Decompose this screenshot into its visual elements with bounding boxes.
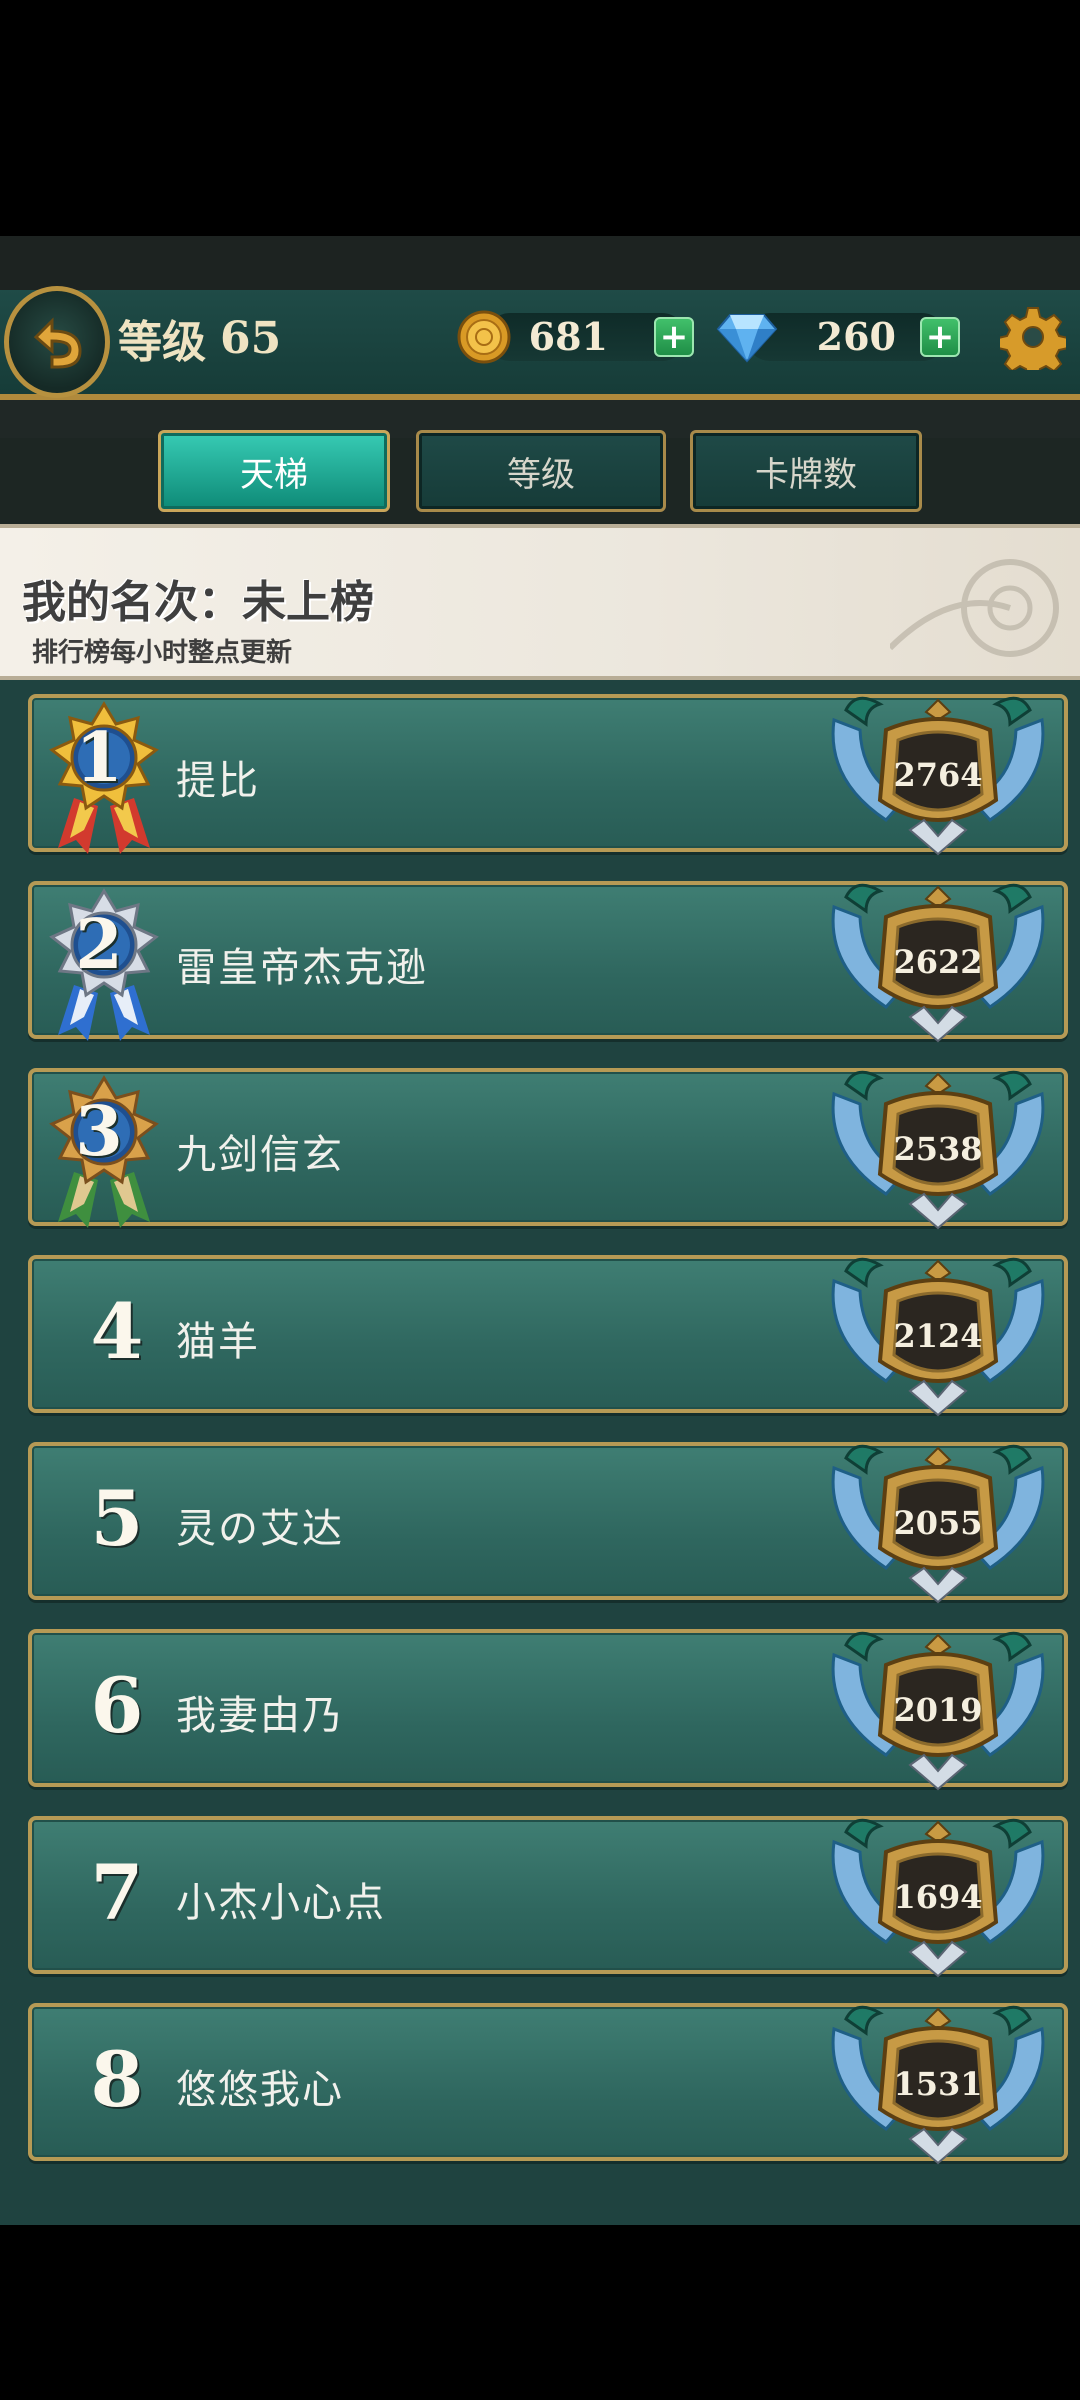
score-value: 2622 bbox=[893, 943, 983, 981]
diamond-amount: 260 bbox=[816, 314, 896, 359]
score-value: 2124 bbox=[893, 1317, 983, 1355]
my-rank-text: 我的名次：未上榜 bbox=[22, 577, 374, 628]
player-name: 雷皇帝杰克逊 bbox=[176, 945, 428, 991]
leaderboard-row[interactable]: 4 猫羊 2124 bbox=[28, 1255, 1068, 1417]
score-value: 2055 bbox=[893, 1504, 983, 1542]
rank-update-note: 排行榜每小时整点更新 bbox=[32, 638, 293, 668]
score-emblem: 2764 bbox=[826, 690, 1050, 862]
player-name: 悠悠我心 bbox=[176, 2067, 344, 2113]
tab-level[interactable]: 等级 bbox=[416, 430, 666, 512]
rank-number: 8 bbox=[90, 2035, 144, 2124]
rank-number: 6 bbox=[90, 1661, 144, 1750]
player-name: 我妻由乃 bbox=[176, 1693, 344, 1739]
score-emblem: 2055 bbox=[826, 1438, 1050, 1610]
player-name: 小杰小心点 bbox=[176, 1880, 386, 1926]
score-emblem: 2622 bbox=[826, 877, 1050, 1049]
settings-gear-icon[interactable] bbox=[1000, 304, 1066, 370]
tab-card-count[interactable]: 卡牌数 bbox=[690, 430, 922, 512]
rank-number: 5 bbox=[90, 1474, 144, 1563]
player-level: 等级 65 bbox=[118, 306, 281, 370]
player-name: 提比 bbox=[176, 758, 260, 804]
rank-number: 7 bbox=[90, 1848, 144, 1937]
diamond-icon bbox=[716, 314, 778, 363]
rank-number: 3 bbox=[75, 1092, 123, 1172]
bottom-area bbox=[0, 2225, 1080, 2400]
leaderboard-row[interactable]: 3 九剑信玄 2538 bbox=[28, 1068, 1068, 1230]
score-value: 1694 bbox=[893, 1878, 983, 1916]
leaderboard-row[interactable]: 2 雷皇帝杰克逊 2622 bbox=[28, 881, 1068, 1043]
ornament-decoration bbox=[890, 559, 1059, 657]
diamond-currency: 260 + bbox=[716, 310, 966, 364]
rank-number: 2 bbox=[75, 905, 123, 985]
add-diamond-button[interactable]: + bbox=[920, 317, 960, 357]
back-arrow-icon bbox=[33, 317, 82, 369]
score-value: 1531 bbox=[893, 2065, 983, 2103]
leaderboard-row[interactable]: 6 我妻由乃 2019 bbox=[28, 1629, 1068, 1791]
status-bar-area bbox=[0, 0, 1080, 236]
top-strip bbox=[0, 236, 1080, 290]
leaderboard-row[interactable]: 7 小杰小心点 1694 bbox=[28, 1816, 1068, 1978]
rank-number: 1 bbox=[75, 718, 123, 798]
score-value: 2538 bbox=[893, 1130, 983, 1168]
player-name: 九剑信玄 bbox=[176, 1132, 344, 1178]
score-value: 2019 bbox=[893, 1691, 983, 1729]
tab-ladder[interactable]: 天梯 bbox=[158, 430, 390, 512]
add-gold-button[interactable]: + bbox=[654, 317, 694, 357]
gold-coin-icon bbox=[457, 310, 511, 364]
leaderboard-row[interactable]: 1 提比 2764 bbox=[28, 694, 1068, 856]
score-emblem: 2124 bbox=[826, 1251, 1050, 1423]
gold-amount: 681 bbox=[528, 314, 608, 359]
score-emblem: 1531 bbox=[826, 1999, 1050, 2171]
leaderboard-row[interactable]: 8 悠悠我心 1531 bbox=[28, 2003, 1068, 2165]
score-emblem: 2019 bbox=[826, 1625, 1050, 1797]
score-emblem: 1694 bbox=[826, 1812, 1050, 1984]
level-value: 65 bbox=[220, 312, 282, 364]
player-name: 猫羊 bbox=[176, 1319, 260, 1365]
leaderboard-row[interactable]: 5 灵の艾达 2055 bbox=[28, 1442, 1068, 1604]
rank-number: 4 bbox=[90, 1287, 144, 1376]
level-label: 等级 bbox=[118, 317, 206, 368]
score-value: 2764 bbox=[893, 756, 983, 794]
player-name: 灵の艾达 bbox=[176, 1506, 344, 1552]
gold-currency: 681 + bbox=[456, 310, 696, 364]
score-emblem: 2538 bbox=[826, 1064, 1050, 1236]
back-button[interactable] bbox=[4, 286, 110, 398]
